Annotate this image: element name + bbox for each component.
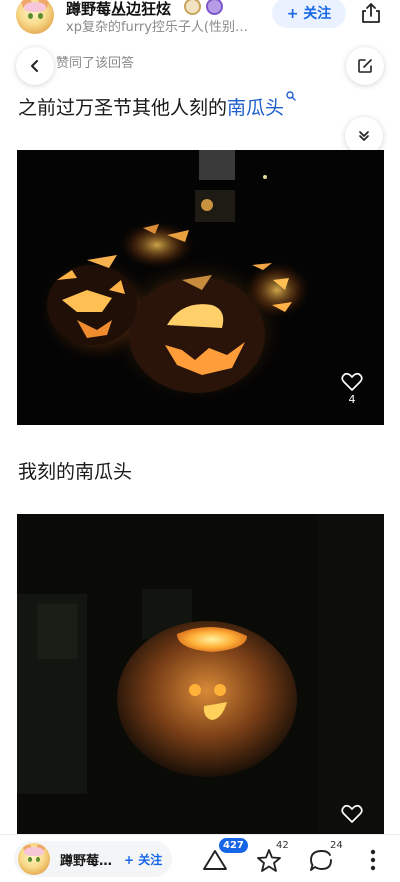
heart-icon — [341, 372, 363, 391]
answer-paragraph-2: 我刻的南瓜头 — [18, 461, 133, 483]
bottom-author-pill[interactable]: 蹲野莓… + 关注 — [14, 841, 172, 877]
paragraph-1-text: 之前过万圣节其他人刻的 — [18, 97, 228, 119]
author-header: 蹲野莓丛边狂炫 xp复杂的furry控乐子人(性别… + 关注 — [0, 0, 400, 36]
bottom-action-bar: 蹲野莓… + 关注 427 42 24 — [0, 834, 400, 882]
comment-count: 24 — [330, 840, 343, 851]
pumpkins-photo-1[interactable]: 4 — [17, 150, 384, 425]
edit-button[interactable] — [346, 47, 384, 85]
edit-icon — [358, 59, 372, 73]
author-bio: xp复杂的furry控乐子人(性别… — [66, 20, 248, 35]
more-button[interactable] — [356, 843, 390, 877]
heart-icon — [341, 804, 363, 823]
author-avatar[interactable] — [16, 0, 54, 34]
pumpkin-photo-2[interactable] — [17, 514, 384, 834]
favorite-count: 42 — [276, 840, 289, 851]
bottom-author-avatar[interactable] — [18, 843, 50, 875]
pumpkins-photo-1-image — [17, 150, 384, 425]
star-icon — [257, 848, 281, 872]
search-link-icon[interactable] — [286, 91, 296, 101]
upvote-count-badge: 427 — [219, 838, 248, 853]
share-button[interactable] — [356, 0, 386, 28]
pumpkin-head-search-link[interactable]: 南瓜头 — [227, 97, 284, 119]
answer-paragraph-1: 之前过万圣节其他人刻的南瓜头 — [18, 91, 296, 120]
comment-icon — [310, 849, 332, 871]
liked-activity-text: 赞同了该回答 — [56, 56, 135, 71]
collapse-icon — [359, 131, 369, 141]
more-icon — [370, 849, 376, 871]
bottom-follow-button[interactable]: + 关注 — [124, 851, 162, 868]
photo-2-like[interactable] — [341, 804, 363, 824]
pumpkin-photo-2-image — [17, 514, 384, 834]
share-icon — [362, 3, 380, 23]
member-badge-icon — [206, 0, 223, 15]
bottom-author-name[interactable]: 蹲野莓… — [60, 850, 112, 869]
creator-badge-icon — [184, 0, 201, 15]
photo-1-like-count: 4 — [348, 393, 356, 406]
follow-button[interactable]: + 关注 — [272, 0, 346, 28]
back-button[interactable] — [16, 47, 54, 85]
back-icon — [31, 60, 38, 72]
photo-1-like[interactable]: 4 — [341, 372, 363, 406]
